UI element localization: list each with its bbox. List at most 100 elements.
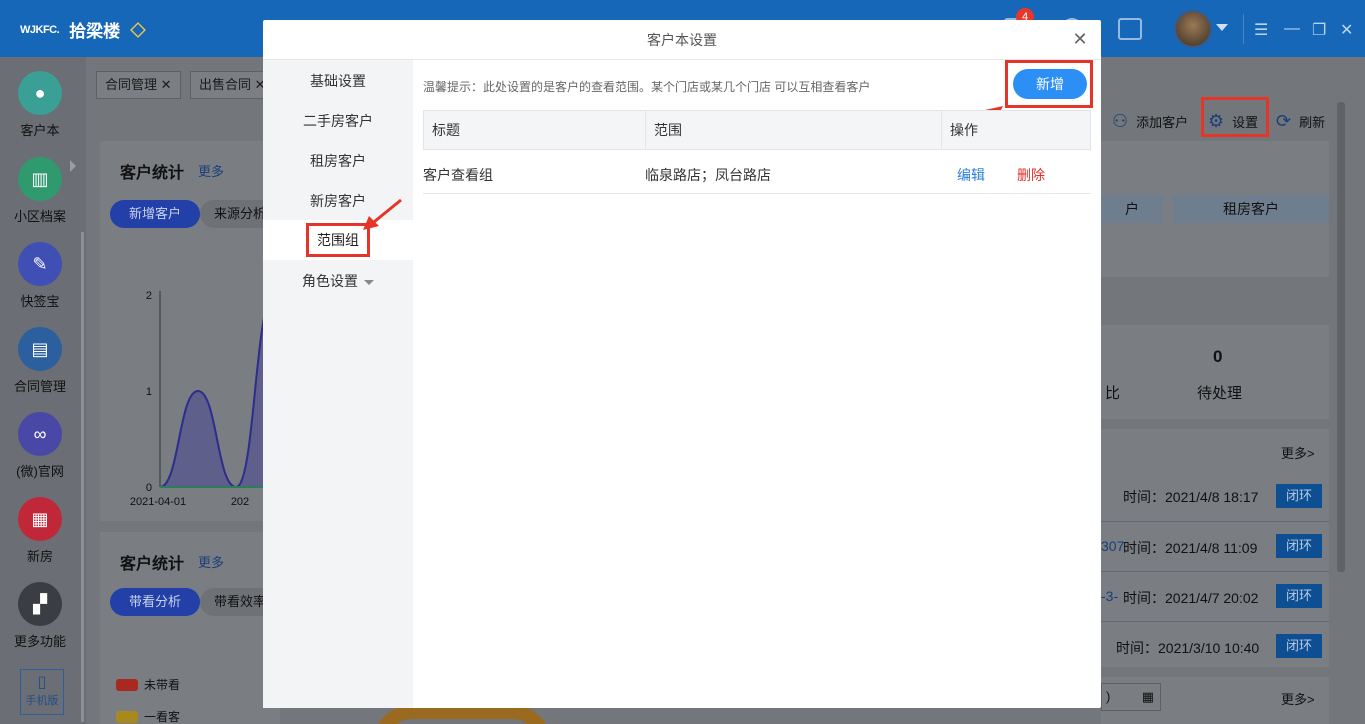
phone-icon: ▯ [37,674,47,691]
pen-icon: ✎ [18,242,62,286]
close-loop-button[interactable]: 闭环 [1276,484,1322,508]
add-customer-label: 添加客户 [1136,114,1189,130]
legend-label: 一看客 [144,710,181,724]
legend-swatch [116,710,138,723]
more-link[interactable]: 更多> [1281,689,1315,708]
followup-card: 更多> 时间：2021/4/8 18:17 闭环 307 时间：2021/4/8… [1101,429,1329,667]
nav-basic-settings[interactable]: 基础设置 [263,61,413,101]
legend-item: 未带看 [116,676,180,693]
tag-rental-customer[interactable]: 租房客户 [1173,195,1329,223]
calendar-icon: ▦ [1141,689,1154,704]
tab-label: 合同管理 [105,77,158,92]
tab-new-customers[interactable]: 新增客户 [110,200,200,228]
building-icon: ▦ [18,497,62,541]
tab-viewing-analysis[interactable]: 带看分析 [110,588,200,616]
ratio-label: 比 [1105,385,1121,402]
more-link[interactable]: 更多 [198,552,224,571]
nav-label: 角色设置 [302,273,358,289]
logo: WJKFC. 拾梁楼 [20,17,147,42]
tip-text: 温馨提示：此处设置的是客户的查看范围。某个门店或某几个门店 可以互相查看客户 [423,80,871,94]
pending-card: 0 待处理 比 [1101,325,1329,419]
sidebar-item-label: (微)官网 [16,464,64,479]
more-link[interactable]: 更多 [198,161,224,180]
close-loop-button[interactable]: 闭环 [1276,584,1322,608]
dialog-title: 客户本设置 [263,20,1101,60]
close-icon[interactable]: ✕ [1071,30,1089,48]
nav-role-settings[interactable]: 角色设置 [263,261,413,301]
link-icon: ∞ [18,412,62,456]
date-picker[interactable]: ) ▦ [1101,683,1161,711]
delete-link[interactable]: 删除 [1017,156,1045,194]
grid-icon: ▞ [18,582,62,626]
sidebar-item-label: 快签宝 [20,294,60,309]
stats-card: 客户统计 更多 带看分析 带看效率 未带看 一看客 [100,532,280,724]
close-window-icon[interactable]: ✕ [1340,20,1353,40]
sidebar-item-website[interactable]: ∞ (微)官网 [0,412,80,480]
chevron-down-icon[interactable] [1216,24,1228,31]
card-title: 客户统计 [120,556,185,573]
restore-icon[interactable]: ❐ [1312,20,1326,40]
nav-rental-customers[interactable]: 租房客户 [263,141,413,181]
column-header-scope: 范围 [646,111,942,149]
divider [1101,521,1329,522]
tab-contracts[interactable]: 合同管理 ✕ [96,71,181,99]
sidebar-item-contracts[interactable]: ▤ 合同管理 [0,327,80,395]
tag-customer[interactable]: 户 [1101,195,1163,223]
refresh-label: 刷新 [1299,114,1326,130]
sidebar-item-new-house[interactable]: ▦ 新房 [0,497,80,565]
add-button-highlight: 新增 [1005,60,1093,108]
close-loop-button[interactable]: 闭环 [1276,534,1322,558]
nav-label: 新房客户 [310,193,366,209]
legend-swatch [116,678,138,691]
sidebar-item-quicksign[interactable]: ✎ 快签宝 [0,242,80,310]
sidebar-item-customers[interactable]: ● 客户本 [0,71,80,139]
nav-secondhand-customers[interactable]: 二手房客户 [263,101,413,141]
settings-nav: 基础设置 二手房客户 租房客户 新房客户 范围组 角色设置 [263,60,413,708]
customer-chart: 2 1 0 2021-04-01 202 [130,290,280,508]
sidebar-item-community[interactable]: ▥ 小区档案 [0,157,80,225]
user-icon: ● [18,71,62,115]
sidebar-item-label: 客户本 [20,123,60,138]
y-tick-label: 0 [146,482,152,494]
followup-time: 时间：2021/4/8 11:09 [1123,540,1258,556]
refresh-button[interactable]: ⟳ 刷新 [1276,105,1325,137]
settings-label: 设置 [1232,114,1259,130]
legend-item: 一看客 [116,708,180,724]
series-area [160,295,274,487]
add-customer-button[interactable]: ⚇ 添加客户 [1112,105,1188,137]
avatar[interactable] [1174,10,1212,48]
divider [1243,14,1244,44]
sidebar-item-label: 小区档案 [13,209,66,224]
phone-label: 手机版 [25,695,59,707]
y-tick-label: 2 [146,290,152,302]
row-scope: 临泉路店；凤台路店 [645,167,771,183]
sidebar-item-more[interactable]: ▞ 更多功能 [0,582,80,650]
edit-link[interactable]: 编辑 [957,156,985,194]
annotation-arrow-icon [363,198,402,230]
divider [1101,571,1329,572]
close-loop-button[interactable]: 闭环 [1276,634,1322,658]
settings-window-icon[interactable] [1118,18,1142,40]
card-title: 客户统计 [120,165,185,182]
sidebar-scrollbar[interactable] [81,232,84,722]
more-link[interactable]: 更多> [1281,443,1315,462]
followup-prefix[interactable]: -3- [1101,588,1118,604]
caret-down-icon [364,279,374,285]
bottom-card: ) ▦ 更多> [1101,677,1329,724]
settings-button[interactable]: ⚙ 设置 [1208,105,1258,137]
close-icon[interactable]: ✕ [161,77,172,92]
sidebar: ● 客户本 ▥ 小区档案 ✎ 快签宝 ▤ 合同管理 ∞ (微)官网 ▦ 新房 ▞… [0,57,84,724]
add-button[interactable]: 新增 [1013,69,1087,99]
menu-icon[interactable]: ☰ [1254,20,1268,40]
mobile-version-button[interactable]: ▯ 手机版 [20,669,64,715]
column-header-title: 标题 [424,111,646,149]
row-title: 客户查看组 [423,167,493,183]
logo-mark: WJKFC. [20,23,60,36]
minimize-icon[interactable]: — [1284,20,1300,38]
legend-label: 未带看 [144,678,181,692]
tab-sales-contracts[interactable]: 出售合同 ✕ [190,71,275,99]
divider [1101,621,1329,622]
followup-prefix[interactable]: 307 [1101,538,1124,554]
nav-label: 二手房客户 [303,113,373,129]
content-scrollbar[interactable] [1337,102,1345,572]
